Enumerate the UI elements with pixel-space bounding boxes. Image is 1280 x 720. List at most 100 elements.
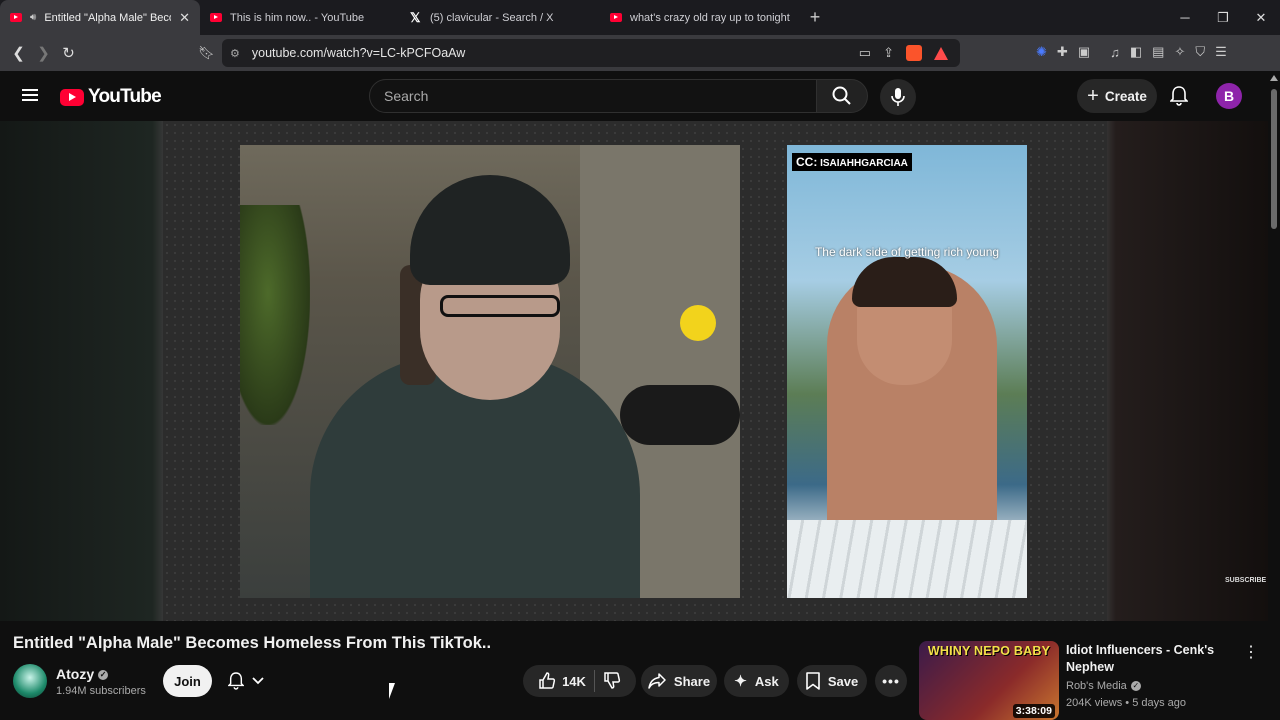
youtube-play-icon xyxy=(60,88,84,106)
scroll-thumb[interactable] xyxy=(1271,89,1277,229)
account-avatar[interactable]: B xyxy=(1216,83,1242,109)
recommendation-channel-name: Rob's Media xyxy=(1066,680,1127,692)
brave-rewards-icon[interactable] xyxy=(934,46,948,60)
browser-toolbar: ❮ ❯ ↻ 🔖︎ ⚙︎ youtube.com/watch?v=LC-kPCFO… xyxy=(0,35,1280,71)
restore-icon[interactable]: ❐ xyxy=(1204,0,1242,35)
subscriber-count: 1.94M subscribers xyxy=(56,685,146,697)
speaker-icon[interactable]: 🔊︎ xyxy=(30,12,36,23)
youtube-icon xyxy=(610,13,622,22)
extensions-area: ✺ ✚ ▣ ♫ ◧ ▤ ✧ ⛉ ☰ xyxy=(1036,44,1227,60)
search-placeholder: Search xyxy=(384,88,429,104)
x-icon: 𝕏 xyxy=(410,9,421,25)
plus-icon: + xyxy=(1087,85,1099,107)
like-button[interactable]: 14K xyxy=(538,672,586,690)
bookmark-icon[interactable]: 🔖︎ xyxy=(198,45,215,61)
youtube-logo[interactable]: YouTube xyxy=(60,86,162,108)
share-label: Share xyxy=(673,673,711,689)
puzzle-icon[interactable]: ✚ xyxy=(1057,44,1068,60)
plant xyxy=(240,205,310,425)
share-button[interactable]: Share xyxy=(641,665,717,697)
forward-icon[interactable]: ❯ xyxy=(31,44,56,62)
studio-microphone xyxy=(620,385,740,445)
bell-icon xyxy=(1169,86,1189,106)
window-close-icon[interactable]: ✕ xyxy=(1242,0,1280,35)
like-dislike-group: 14K xyxy=(523,665,636,697)
bell-icon xyxy=(228,672,244,690)
microphone-icon xyxy=(891,88,905,106)
video-title: Entitled "Alpha Male" Becomes Homeless F… xyxy=(13,634,492,652)
screenshot-icon[interactable]: ▣ xyxy=(1078,44,1090,60)
create-button[interactable]: + Create xyxy=(1077,79,1157,113)
minimize-icon[interactable]: ─ xyxy=(1166,0,1204,35)
save-button[interactable]: Save xyxy=(797,665,867,697)
extension-icon[interactable]: ✺ xyxy=(1036,44,1047,60)
share-icon xyxy=(648,673,666,689)
save-label: Save xyxy=(827,673,859,689)
youtube-icon xyxy=(210,13,222,22)
channel-name[interactable]: Atozy ✓ xyxy=(56,666,109,682)
clip-caption: The dark side of getting rich young xyxy=(814,245,1000,259)
save-icon xyxy=(806,672,820,690)
recommendation-channel[interactable]: Rob's Media ✓ xyxy=(1066,680,1141,692)
brave-shields-icon[interactable] xyxy=(906,45,922,61)
new-tab-icon[interactable]: + xyxy=(800,7,830,28)
notifications-button[interactable] xyxy=(1169,86,1189,111)
recommendation-thumbnail[interactable]: WHINY NEPO BABY 3:38:09 xyxy=(919,641,1059,720)
thumbnail-text: WHINY NEPO BABY xyxy=(927,644,1051,658)
search-icon xyxy=(832,86,851,105)
channel-avatar[interactable] xyxy=(13,664,47,698)
thumbs-up-icon xyxy=(539,672,556,689)
join-button[interactable]: Join xyxy=(163,665,212,697)
youtube-header: YouTube Search + Create B xyxy=(0,71,1268,121)
more-vertical-icon[interactable]: ⋮ xyxy=(1243,642,1259,662)
menu-icon[interactable]: ☰ xyxy=(1215,44,1227,60)
tab-old-ray[interactable]: what's crazy old ray up to tonight? (g xyxy=(600,0,800,35)
like-count: 14K xyxy=(562,673,586,689)
search-button[interactable] xyxy=(816,79,868,113)
guide-menu-icon[interactable] xyxy=(22,89,38,101)
cc-handle: ISAIAHHGARCIAA xyxy=(820,158,908,169)
mouse-cursor xyxy=(389,683,401,699)
tab-label: what's crazy old ray up to tonight? (g xyxy=(630,11,790,24)
page-scrollbar[interactable] xyxy=(1268,71,1280,720)
clip-person-hair xyxy=(852,257,957,307)
divider xyxy=(593,670,595,692)
site-info-icon[interactable]: ⚙︎ xyxy=(230,47,240,60)
recommendation-meta: 204K views • 5 days ago xyxy=(1066,697,1187,709)
wallet-icon[interactable]: ▤ xyxy=(1152,44,1164,60)
voice-search-button[interactable] xyxy=(880,79,916,115)
tab-label: (5) clavicular - Search / X xyxy=(430,11,554,24)
subscribe-watermark[interactable]: SUBSCRIBE xyxy=(1225,577,1266,584)
vpn-icon[interactable]: ⛉ xyxy=(1195,44,1205,60)
notification-preferences-button[interactable] xyxy=(222,665,282,697)
scroll-up-icon[interactable] xyxy=(1270,75,1278,81)
back-icon[interactable]: ❮ xyxy=(6,44,31,62)
more-actions-button[interactable]: ••• xyxy=(875,665,907,697)
address-bar[interactable]: ⚙︎ youtube.com/watch?v=LC-kPCFOaAw ▭ ⇪ xyxy=(222,39,960,67)
verified-badge-icon: ✓ xyxy=(1130,681,1141,692)
reload-icon[interactable]: ↻ xyxy=(56,44,81,62)
dislike-button[interactable] xyxy=(603,671,621,692)
rubber-duck xyxy=(680,305,716,341)
tab-this-is-him-now[interactable]: This is him now.. - YouTube xyxy=(200,0,400,35)
person-beanie xyxy=(410,175,570,285)
tab-label: Entitled "Alpha Male" Become xyxy=(44,11,171,24)
youtube-icon xyxy=(10,13,22,22)
tab-clavicular-search[interactable]: 𝕏 (5) clavicular - Search / X xyxy=(400,0,600,35)
tab-alpha-male[interactable]: 🔊︎ Entitled "Alpha Male" Become ✕ xyxy=(0,0,200,35)
video-duration: 3:38:09 xyxy=(1012,704,1055,718)
media-icon[interactable]: ♫ xyxy=(1110,45,1120,60)
ask-button[interactable]: ✦ Ask xyxy=(724,665,789,697)
sidebar-icon[interactable]: ◧ xyxy=(1130,44,1142,60)
leo-icon[interactable]: ✧ xyxy=(1174,44,1185,60)
browser-tab-bar: 🔊︎ Entitled "Alpha Male" Become ✕ This i… xyxy=(0,0,1280,35)
tab-label: This is him now.. - YouTube xyxy=(230,11,365,24)
cast-icon[interactable]: ▭ xyxy=(859,45,871,61)
close-icon[interactable]: ✕ xyxy=(179,10,190,26)
video-player[interactable]: CC: ISAIAHHGARCIAA The dark side of gett… xyxy=(0,121,1268,621)
search-input[interactable]: Search xyxy=(369,79,817,113)
recommendation-title[interactable]: Idiot Influencers - Cenk's Nephew xyxy=(1066,642,1226,676)
ask-label: Ask xyxy=(754,673,779,689)
pool-ledge xyxy=(787,520,1027,598)
share-page-icon[interactable]: ⇪ xyxy=(883,45,894,61)
